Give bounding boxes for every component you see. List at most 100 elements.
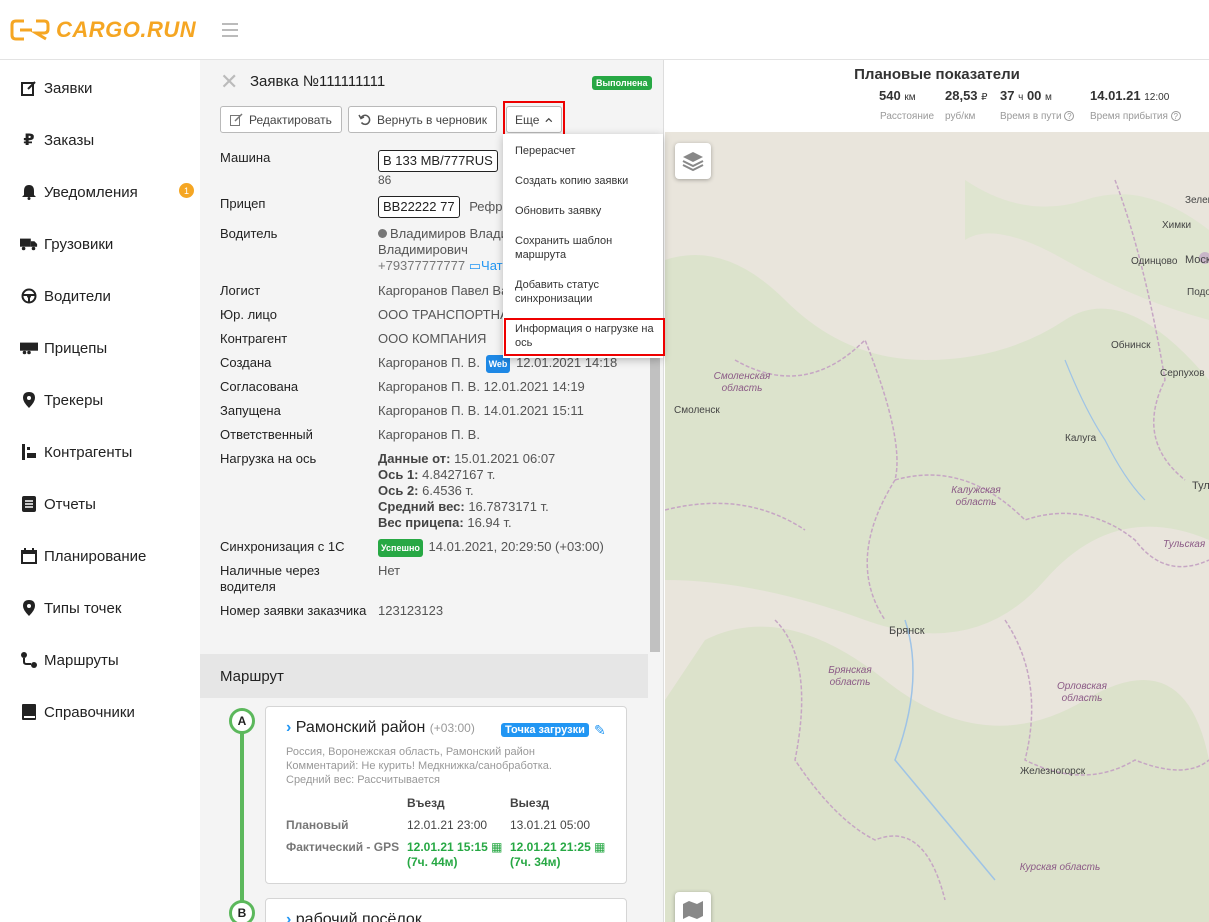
field-value: Успешно 14.01.2021, 20:29:50 (+03:00) bbox=[378, 539, 648, 557]
axle-data-from-label: Данные от: bbox=[378, 451, 451, 466]
edit-point-icon[interactable]: ✎ bbox=[594, 722, 606, 739]
chat-icon[interactable]: ▭ bbox=[469, 258, 481, 273]
calculator-icon[interactable]: ▦ bbox=[594, 840, 605, 854]
revert-button-label: Вернуть в черновик bbox=[377, 112, 487, 127]
edit-button[interactable]: Редактировать bbox=[220, 106, 342, 133]
map-city-label: Зеленоград bbox=[1185, 195, 1209, 206]
sidebar-item-trucks[interactable]: Грузовики bbox=[0, 224, 200, 264]
map-city-label: Обнинск bbox=[1111, 340, 1151, 351]
menu-item-add-sync-status[interactable]: Добавить статус синхронизации bbox=[515, 278, 655, 306]
driver-chat-link[interactable]: Чат bbox=[481, 258, 503, 273]
logo-mark-icon bbox=[10, 19, 50, 41]
top-bar: CARGO.RUN bbox=[0, 0, 1209, 60]
axle1-label: Ось 1: bbox=[378, 467, 419, 482]
axle-load-item-highlight bbox=[504, 318, 665, 356]
map-region-label: Калужская область bbox=[951, 485, 1001, 508]
route-section-title: Маршрут bbox=[200, 654, 648, 698]
sidebar-item-label: Водители bbox=[44, 287, 111, 305]
menu-item-copy-order[interactable]: Создать копию заявки bbox=[515, 174, 655, 188]
map-view-button[interactable] bbox=[675, 892, 711, 922]
map-city-label: Химки bbox=[1162, 220, 1192, 231]
sidebar-item-contractors[interactable]: Контрагенты bbox=[0, 432, 200, 472]
undo-icon bbox=[358, 114, 371, 125]
map-city-label: Калуга bbox=[1065, 433, 1097, 444]
sidebar-item-orders[interactable]: Заявки bbox=[0, 68, 200, 108]
trailer-plate[interactable]: ВВ22222 77 bbox=[378, 196, 460, 218]
created-by: Каргоранов П. В. bbox=[378, 355, 480, 370]
logo[interactable]: CARGO.RUN bbox=[10, 17, 196, 43]
sidebar-item-label: Маршруты bbox=[44, 651, 119, 669]
map-city-label: Одинцово bbox=[1131, 256, 1178, 267]
sidebar-item-notifications[interactable]: Уведомления 1 bbox=[0, 172, 200, 212]
field-cash-driver: Наличные через водителя Нет bbox=[220, 563, 650, 595]
calendar-icon bbox=[20, 547, 38, 565]
status-badge: Выполнена bbox=[592, 76, 652, 90]
sync-success-badge: Успешно bbox=[378, 539, 423, 557]
field-label: Машина bbox=[220, 150, 271, 165]
map-pin-icon bbox=[20, 391, 38, 409]
help-icon[interactable]: ? bbox=[1170, 111, 1181, 121]
map-region-label: Курская область bbox=[1019, 862, 1101, 873]
field-value: Данные от: 15.01.2021 06:07 Ось 1: 4.842… bbox=[378, 451, 648, 531]
route-point-comment: Комментарий: Не курить! Медкнижка/санобр… bbox=[286, 760, 552, 772]
distance-unit: км bbox=[904, 92, 916, 103]
sidebar-item-trailers[interactable]: Прицепы bbox=[0, 328, 200, 368]
menu-toggle-icon[interactable] bbox=[222, 23, 238, 37]
fact-entry-time: 12.01.21 15:15 bbox=[407, 840, 488, 854]
map-pin-icon bbox=[20, 599, 38, 617]
field-value: Каргоранов П. В. 14.01.2021 15:11 bbox=[378, 403, 584, 418]
edit-icon bbox=[230, 113, 243, 126]
field-value: Каргоранов П. В. 12.01.2021 14:19 bbox=[378, 379, 585, 394]
edit-icon bbox=[20, 79, 38, 97]
stat-arrival: 14.01.21 12:00 bbox=[1090, 88, 1169, 103]
chevron-right-icon: › bbox=[286, 911, 292, 922]
plan-stats-title: Плановые показатели bbox=[854, 66, 1020, 83]
fact-exit: 12.01.21 21:25 ▦ (7ч. 34м) bbox=[510, 840, 605, 870]
field-label: Логист bbox=[220, 283, 261, 298]
map-city-label: Железногорск bbox=[1020, 766, 1086, 777]
route-point-title[interactable]: › Рамонский район (+03:00) bbox=[286, 719, 475, 737]
menu-item-save-route-template[interactable]: Сохранить шаблон маршрута bbox=[515, 234, 655, 262]
driver-name-1[interactable]: Владимиров Влади bbox=[390, 226, 508, 241]
route-icon bbox=[20, 651, 38, 669]
route-point-address: Россия, Воронежская область, Рамонский р… bbox=[286, 746, 535, 758]
sidebar-item-routes[interactable]: Маршруты bbox=[0, 640, 200, 680]
layers-icon bbox=[682, 152, 704, 172]
calculator-icon[interactable]: ▦ bbox=[491, 840, 502, 854]
field-label: Юр. лицо bbox=[220, 307, 277, 322]
sidebar-item-planning[interactable]: Планирование bbox=[0, 536, 200, 576]
menu-item-recalculate[interactable]: Перерасчет bbox=[515, 144, 655, 158]
layers-button[interactable] bbox=[675, 143, 711, 179]
axle2-label: Ось 2: bbox=[378, 483, 419, 498]
plan-exit: 13.01.21 05:00 bbox=[510, 818, 591, 832]
vehicle-plate[interactable]: В 133 МВ/777RUS bbox=[378, 150, 498, 172]
route-point-title[interactable]: › рабочий посёлок bbox=[286, 911, 422, 922]
field-label: Запущена bbox=[220, 403, 281, 418]
fact-row-label: Фактический - GPS bbox=[286, 840, 400, 854]
menu-item-refresh-order[interactable]: Обновить заявку bbox=[515, 204, 655, 218]
order-title: Заявка №111111111 bbox=[250, 73, 386, 90]
help-icon[interactable]: ? bbox=[1064, 111, 1075, 121]
map-city-label: Моск bbox=[1185, 254, 1209, 266]
field-label: Синхронизация с 1С bbox=[220, 539, 345, 554]
map[interactable]: Зеленоград Химки Одинцово Моск Подол Обн… bbox=[665, 60, 1209, 922]
map-city-label: Смоленск bbox=[674, 405, 720, 416]
field-value: Нет bbox=[378, 563, 401, 578]
ruble-icon: ₽ bbox=[23, 132, 35, 149]
axle-data-from: 15.01.2021 06:07 bbox=[454, 451, 556, 466]
sidebar-item-label: Грузовики bbox=[44, 235, 114, 253]
sidebar-item-reports[interactable]: Отчеты bbox=[0, 484, 200, 524]
truck-icon bbox=[20, 235, 38, 253]
sidebar-item-drivers[interactable]: Водители bbox=[0, 276, 200, 316]
revert-to-draft-button[interactable]: Вернуть в черновик bbox=[348, 106, 497, 133]
sidebar-item-directories[interactable]: Справочники bbox=[0, 692, 200, 732]
plan-entry: 12.01.21 23:00 bbox=[407, 818, 488, 832]
sidebar-item-trackers[interactable]: Трекеры bbox=[0, 380, 200, 420]
field-value: Каргоранов П. В. bbox=[378, 427, 480, 442]
scrollbar-thumb[interactable] bbox=[650, 350, 660, 652]
stat-travel-time: 37 ч 00 м bbox=[1000, 88, 1052, 103]
close-icon[interactable]: ✕ bbox=[220, 71, 238, 93]
sidebar-item-point-types[interactable]: Типы точек bbox=[0, 588, 200, 628]
sidebar-item-purchases[interactable]: ₽ Заказы bbox=[0, 120, 200, 160]
trailer-icon bbox=[20, 339, 38, 357]
